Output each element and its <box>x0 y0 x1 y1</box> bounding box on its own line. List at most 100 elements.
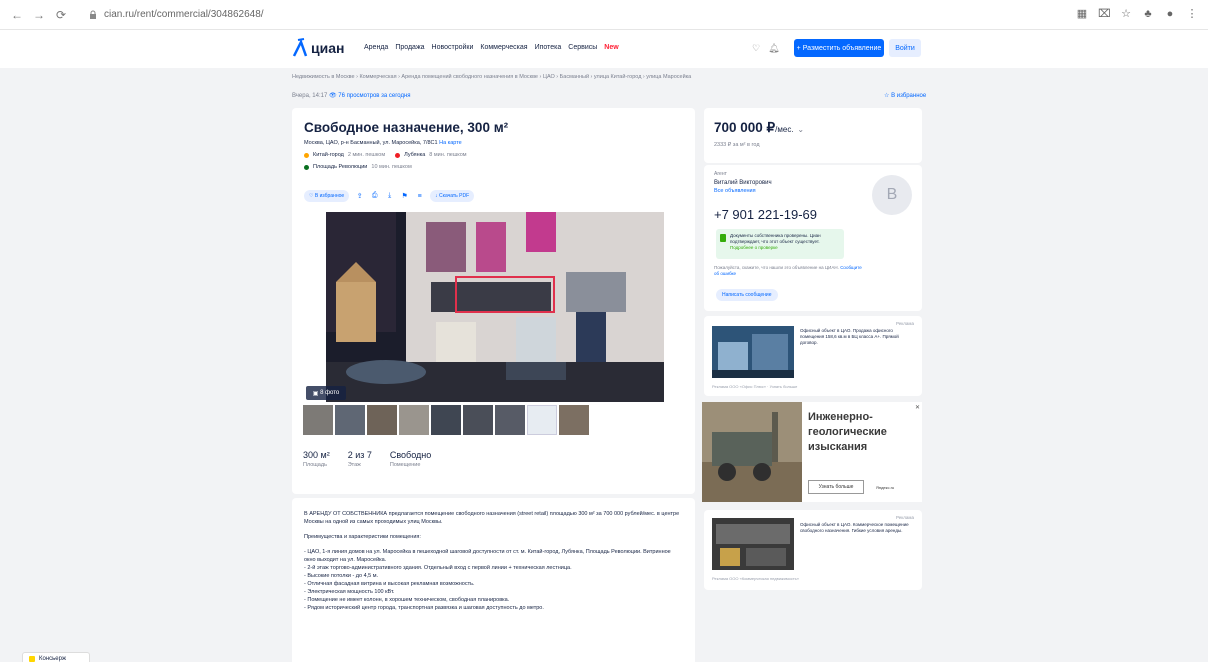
breadcrumb[interactable]: Недвижимость в Москве › Коммерческая › А… <box>292 74 691 80</box>
back-icon[interactable]: ← <box>10 8 24 22</box>
price-unit: /мес. <box>775 125 794 134</box>
thumbnail[interactable] <box>399 405 429 435</box>
complaint-icon[interactable]: ⚑ <box>400 192 409 201</box>
thumbnail[interactable] <box>495 405 525 435</box>
address-text[interactable]: Москва, ЦАО, р-н Басманный, ул. Маросейк… <box>304 140 438 146</box>
ad-footer: Реклама ООО «Офис Плюс» · Узнать больше <box>712 384 798 389</box>
metro-row-1: Китай-город 2 мин. пешком Лубянка 8 мин.… <box>304 152 467 158</box>
concierge-icon <box>29 656 35 662</box>
site-header: циан Аренда Продажа Новостройки Коммерче… <box>0 30 1208 68</box>
thumbnail[interactable] <box>559 405 589 435</box>
camera-icon: ▣ <box>312 390 321 397</box>
nav-item-newbuild[interactable]: Новостройки <box>432 44 474 51</box>
puzzle-icon[interactable]: ♣ <box>1142 8 1154 20</box>
metro-time: 10 мин. пешком <box>371 164 412 170</box>
nav-item-mortgage[interactable]: Ипотека <box>535 44 562 51</box>
nav-new-badge[interactable]: New <box>604 44 618 51</box>
map-link[interactable]: На карте <box>439 140 462 146</box>
menu-dots-icon[interactable]: ⋮ <box>1186 8 1198 20</box>
verification-more-link[interactable]: Подробнее о проверке <box>730 245 840 251</box>
listing-title: Свободное назначение, 300 м² <box>304 120 509 135</box>
bell-icon[interactable]: 🔔︎ <box>768 43 779 54</box>
banner-ad-button[interactable]: Узнать больше <box>808 480 864 494</box>
metro-station[interactable]: Лубянка <box>404 152 425 158</box>
fact-label: Помещение <box>389 462 421 468</box>
forward-icon[interactable]: → <box>32 8 46 22</box>
main-photo[interactable] <box>326 212 664 402</box>
photo-count-badge[interactable]: ▣ 8 фото <box>306 386 346 400</box>
place-ad-button[interactable]: + Разместить объявление <box>794 39 884 57</box>
download-icon[interactable]: ⤓ <box>385 192 394 201</box>
favorite-button[interactable]: ♡ В избранное <box>304 190 350 202</box>
avatar[interactable]: В <box>872 175 912 215</box>
bookmark-star-icon[interactable]: ☆ <box>1120 8 1132 20</box>
description-paragraph: Преимущества и характеристики помещения: <box>304 534 421 540</box>
extensions-icon[interactable]: ▦ <box>1076 8 1088 20</box>
nav-item-commercial[interactable]: Коммерческая <box>480 44 527 51</box>
updated-time: Вчера, 14:17 <box>292 93 328 99</box>
fact-label: Площадь <box>303 462 327 468</box>
nav-item-rent[interactable]: Аренда <box>364 44 388 51</box>
fact-status: Свободно Помещение <box>390 450 431 468</box>
description-card: В АРЕНДУ ОТ СОБСТВЕННИКА предлагается по… <box>292 498 695 662</box>
reload-icon[interactable]: ⟳ <box>54 8 68 22</box>
browser-actions: ▦ ⌧ ☆ ♣ ● ⋮ <box>1076 8 1198 20</box>
thumbnail[interactable] <box>335 405 365 435</box>
profile-icon[interactable]: ● <box>1164 8 1176 20</box>
agent-name[interactable]: Виталий Викторович <box>714 180 772 186</box>
description-line: - Рядом исторический центр города, транс… <box>304 605 544 611</box>
share-icon[interactable]: ⇪ <box>355 192 364 201</box>
banner-ad-title: Инженерно-геологические изыскания <box>808 411 887 453</box>
description-line: - ЦАО, 1-я линия домов на ул. Маросейка … <box>304 549 671 563</box>
pdf-button[interactable]: ↓ Скачать PDF <box>430 190 475 202</box>
listing-address: Москва, ЦАО, р-н Басманный, ул. Маросейк… <box>304 140 462 146</box>
chevron-down-icon[interactable]: ⌄ <box>797 125 804 134</box>
metro-station[interactable]: Китай-город <box>313 152 344 158</box>
photo-thumbnails <box>303 405 589 435</box>
site-logo[interactable]: циан <box>292 38 344 58</box>
views-today[interactable]: за сегодня <box>381 93 410 99</box>
fact-value: Свободно <box>389 450 432 460</box>
agent-listings-link[interactable]: Все объявления <box>714 188 756 194</box>
description-line: - Отличная фасадная витрина и высокая ре… <box>304 581 475 587</box>
updated-info: Вчера, 14:17 👁︎ 76 просмотров за сегодня <box>292 92 411 99</box>
phone-number[interactable]: +7 901 221-19-69 <box>714 207 817 222</box>
favorite-link[interactable]: ☆ В избранное <box>884 92 926 99</box>
verification-badge: Документы собственника проверены. Циан п… <box>716 229 844 259</box>
close-icon[interactable]: ✕ <box>915 404 920 411</box>
address-bar[interactable]: cian.ru/rent/commercial/304862648/ <box>82 5 1122 25</box>
thumbnail[interactable] <box>303 405 333 435</box>
concierge-tab[interactable]: Консьерж <box>22 652 90 662</box>
browser-toolbar: ← → ⟳ cian.ru/rent/commercial/304862648/… <box>0 0 1208 30</box>
metro-station[interactable]: Площадь Революции <box>313 164 367 170</box>
print-icon[interactable]: ⎙ <box>370 192 379 201</box>
description-line: - Высокие потолки - до 4,5 м. <box>304 573 379 579</box>
floorplan-thumbnail[interactable] <box>527 405 557 435</box>
send-message-button[interactable]: Написать сообщение <box>716 289 778 301</box>
price: 700 000 ₽/мес. ⌄ <box>714 120 804 136</box>
nav-item-sale[interactable]: Продажа <box>395 44 424 51</box>
login-button[interactable]: Войти <box>889 39 921 57</box>
views-count[interactable]: 76 просмотров <box>338 93 379 99</box>
ad-card[interactable]: Реклама Офисный объект в ЦАО. Коммерческ… <box>704 510 922 590</box>
fact-area: 300 м² Площадь <box>303 450 330 468</box>
listing-card: Свободное назначение, 300 м² Москва, ЦАО… <box>292 108 695 494</box>
fact-floor: 2 из 7 Этаж <box>348 450 372 468</box>
agent-card: Агент Виталий Викторович Все объявления … <box>704 165 922 311</box>
listing-facts: 300 м² Площадь 2 из 7 Этаж Свободно Поме… <box>303 450 431 468</box>
banner-ad-image <box>702 402 802 502</box>
thumbnail[interactable] <box>463 405 493 435</box>
nav-item-services[interactable]: Сервисы <box>568 44 597 51</box>
thumbnail[interactable] <box>367 405 397 435</box>
document-check-icon <box>720 234 726 242</box>
compare-icon[interactable]: ≡ <box>415 192 424 201</box>
ad-card[interactable]: Реклама Офисный объект в ЦАО. Продажа оф… <box>704 316 922 396</box>
thumbnail[interactable] <box>431 405 461 435</box>
description-line: - Помещение не имеет колонн, в хорошем т… <box>304 597 510 603</box>
description-line: - 2-й этаж торгово-административного зда… <box>304 565 572 571</box>
ad-text: Офисный объект в ЦАО. Продажа офисного п… <box>800 328 899 345</box>
translate-icon[interactable]: ⌧ <box>1098 8 1111 20</box>
banner-ad[interactable]: Инженерно-геологические изыскания Узнать… <box>702 402 922 502</box>
heart-icon[interactable]: ♡ <box>752 43 760 54</box>
header-icons: ♡ 🔔︎ <box>752 43 780 54</box>
